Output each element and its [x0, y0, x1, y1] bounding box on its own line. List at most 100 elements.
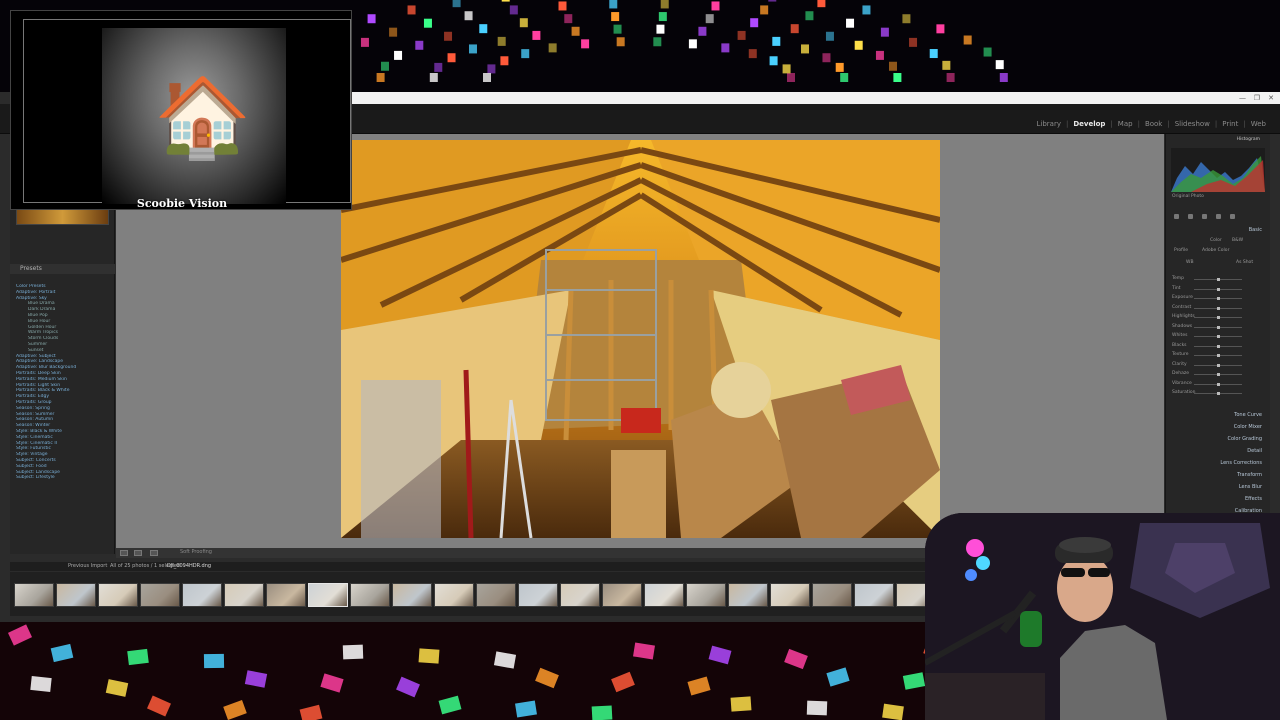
- filmstrip-thumbnail[interactable]: [770, 583, 810, 607]
- loupe-view-icon[interactable]: [120, 550, 128, 556]
- filmstrip-thumbnail[interactable]: [476, 583, 516, 607]
- module-develop[interactable]: Develop: [1073, 120, 1105, 128]
- disco-light: [730, 696, 752, 712]
- disco-light: [875, 50, 884, 60]
- slider-track[interactable]: [1194, 382, 1242, 386]
- slider-track[interactable]: [1194, 325, 1242, 329]
- module-book[interactable]: Book: [1145, 120, 1162, 128]
- heal-icon[interactable]: [1202, 214, 1207, 219]
- before-after-icon[interactable]: [134, 550, 142, 556]
- treatment-bw[interactable]: B&W: [1232, 238, 1243, 243]
- disco-light: [30, 675, 52, 693]
- module-slideshow[interactable]: Slideshow: [1175, 120, 1210, 128]
- module-print[interactable]: Print: [1222, 120, 1238, 128]
- slider-handle[interactable]: [1217, 287, 1220, 291]
- slider-handle[interactable]: [1217, 335, 1220, 338]
- presets-panel-header[interactable]: Presets: [10, 264, 115, 274]
- section-header[interactable]: Detail: [1247, 448, 1262, 454]
- slider-handle[interactable]: [1217, 363, 1220, 367]
- slider-handle[interactable]: [1217, 392, 1220, 395]
- disco-light: [50, 643, 74, 663]
- slider-track[interactable]: [1194, 363, 1242, 367]
- soft-proofing-label[interactable]: Soft Proofing: [180, 549, 212, 555]
- slider-track[interactable]: [1194, 278, 1242, 281]
- filmstrip-thumbnail[interactable]: [140, 583, 180, 607]
- slider-handle[interactable]: [1217, 373, 1220, 376]
- close-icon[interactable]: ✕: [1268, 94, 1274, 102]
- module-map[interactable]: Map: [1118, 120, 1133, 128]
- slider-track[interactable]: [1194, 297, 1242, 300]
- section-header[interactable]: Lens Blur: [1239, 484, 1262, 490]
- section-header[interactable]: Color Grading: [1227, 436, 1262, 442]
- filmstrip-thumbnail[interactable]: [812, 583, 852, 607]
- slider-track[interactable]: [1194, 306, 1242, 310]
- grid-view-icon[interactable]: [150, 550, 158, 556]
- masking-icon[interactable]: [1230, 214, 1235, 219]
- slider-label: Texture: [1172, 352, 1189, 357]
- filmstrip-thumbnail[interactable]: [98, 583, 138, 607]
- section-header[interactable]: Tone Curve: [1234, 412, 1262, 418]
- slider-track[interactable]: [1194, 316, 1242, 319]
- filmstrip-thumbnail[interactable]: [560, 583, 600, 607]
- slider-track[interactable]: [1194, 392, 1242, 395]
- disco-light: [535, 667, 559, 689]
- filmstrip-thumbnail[interactable]: [644, 583, 684, 607]
- slider-handle[interactable]: [1217, 344, 1220, 348]
- filmstrip-thumbnail[interactable]: [224, 583, 264, 607]
- filmstrip-thumbnail[interactable]: [518, 583, 558, 607]
- filmstrip-thumbnail[interactable]: [392, 583, 432, 607]
- minimize-icon[interactable]: —: [1239, 94, 1246, 102]
- slider-track[interactable]: [1194, 335, 1242, 338]
- filmstrip-thumbnail[interactable]: [266, 583, 306, 607]
- section-header[interactable]: Transform: [1237, 472, 1262, 478]
- edit-icon[interactable]: [1174, 214, 1179, 219]
- slider-label: Contrast: [1172, 304, 1192, 310]
- profile-dropdown[interactable]: Adobe Color: [1202, 248, 1229, 253]
- maximize-icon[interactable]: ❐: [1254, 94, 1260, 102]
- slider-handle[interactable]: [1217, 382, 1220, 386]
- basic-header[interactable]: Basic: [1249, 227, 1262, 233]
- previous-import-label[interactable]: Previous Import: [68, 563, 107, 569]
- slider-handle[interactable]: [1217, 316, 1220, 319]
- disco-light: [660, 0, 669, 9]
- section-header[interactable]: Lens Corrections: [1220, 460, 1262, 466]
- slider-track[interactable]: [1194, 373, 1242, 376]
- scoobie-vision-label: Scoobie Vision: [136, 197, 228, 210]
- section-header[interactable]: Color Mixer: [1234, 424, 1262, 430]
- preset-item[interactable]: Subject: Lifestyle: [16, 475, 112, 481]
- disco-light: [7, 624, 33, 646]
- slider-handle[interactable]: [1217, 278, 1220, 281]
- filmstrip-thumbnail[interactable]: [854, 583, 894, 607]
- disco-light: [127, 648, 149, 666]
- filmstrip-thumbnail[interactable]: [686, 583, 726, 607]
- disco-light: [854, 40, 863, 50]
- module-library[interactable]: Library: [1037, 120, 1061, 128]
- slider-track[interactable]: [1194, 287, 1242, 291]
- histogram-header[interactable]: Histogram: [1237, 137, 1260, 142]
- filmstrip-thumbnail[interactable]: [14, 583, 54, 607]
- filmstrip-thumbnail[interactable]: [350, 583, 390, 607]
- crop-icon[interactable]: [1188, 214, 1193, 219]
- treatment-color[interactable]: Color: [1210, 238, 1222, 243]
- slider-handle[interactable]: [1217, 325, 1220, 329]
- histogram[interactable]: [1171, 148, 1265, 192]
- filmstrip-thumbnail[interactable]: [434, 583, 474, 607]
- original-photo-label[interactable]: Original Photo: [1172, 194, 1204, 199]
- disco-light: [784, 648, 808, 670]
- slider-track[interactable]: [1194, 354, 1242, 357]
- filmstrip-thumbnail[interactable]: [308, 583, 348, 607]
- red-eye-icon[interactable]: [1216, 214, 1221, 219]
- module-web[interactable]: Web: [1251, 120, 1266, 128]
- section-header[interactable]: Effects: [1245, 496, 1262, 502]
- filmstrip-thumbnail[interactable]: [728, 583, 768, 607]
- slider-handle[interactable]: [1217, 354, 1220, 357]
- attic-photo[interactable]: [341, 140, 940, 538]
- slider-handle[interactable]: [1217, 297, 1220, 300]
- wb-dropdown[interactable]: As Shot: [1236, 260, 1253, 265]
- filmstrip-thumbnail[interactable]: [182, 583, 222, 607]
- filmstrip-thumbnail[interactable]: [56, 583, 96, 607]
- slider-handle[interactable]: [1217, 306, 1220, 310]
- filmstrip-thumbnail[interactable]: [602, 583, 642, 607]
- develop-tool-strip: [1174, 214, 1235, 219]
- slider-track[interactable]: [1194, 344, 1242, 348]
